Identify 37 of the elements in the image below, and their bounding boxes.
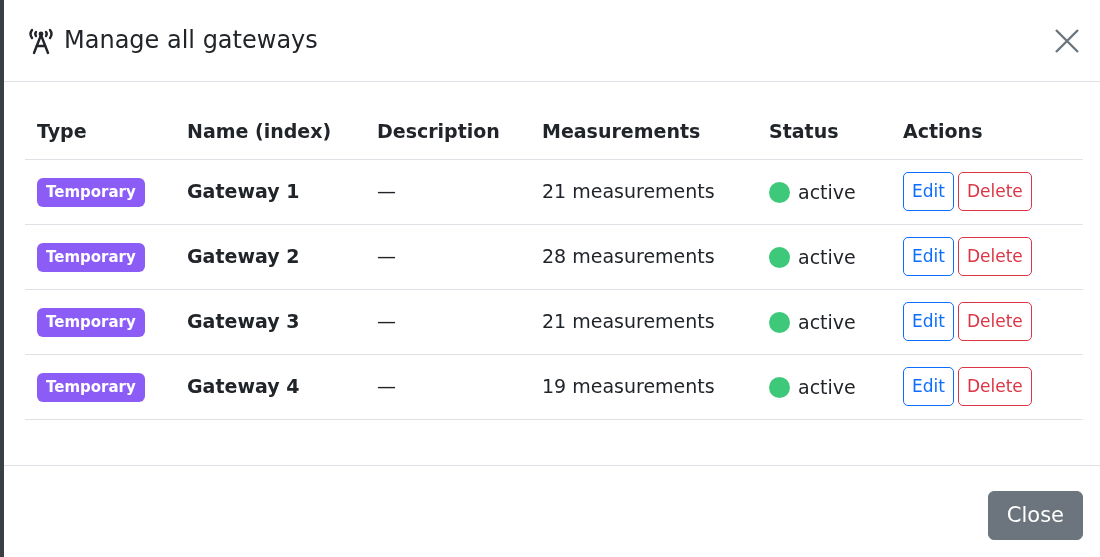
delete-button[interactable]: Delete xyxy=(957,301,1032,342)
description-cell: — xyxy=(365,159,530,224)
type-tag: Temporary xyxy=(37,373,145,402)
column-header: Description xyxy=(365,104,530,159)
delete-button[interactable]: Delete xyxy=(957,236,1032,277)
type-tag: Temporary xyxy=(37,308,145,337)
gateway-name: Gateway 4 xyxy=(175,354,365,419)
edit-button[interactable]: Edit xyxy=(903,301,954,342)
antenna-icon xyxy=(26,26,56,55)
edit-button[interactable]: Edit xyxy=(903,236,954,277)
column-header: Status xyxy=(757,104,891,159)
gateway-name: Gateway 3 xyxy=(175,289,365,354)
description-cell: — xyxy=(365,224,530,289)
dialog-title: Manage all gateways xyxy=(64,26,318,55)
measurements-cell: 21 measurements xyxy=(530,159,757,224)
type-tag: Temporary xyxy=(37,178,145,207)
gateway-name: Gateway 1 xyxy=(175,159,365,224)
delete-button[interactable]: Delete xyxy=(957,366,1032,407)
status-text: active xyxy=(798,310,856,333)
column-header: Type xyxy=(25,104,175,159)
column-header: Measurements xyxy=(530,104,757,159)
measurements-cell: 19 measurements xyxy=(530,354,757,419)
measurements-cell: 28 measurements xyxy=(530,224,757,289)
status-text: active xyxy=(798,245,856,268)
status-text: active xyxy=(798,180,856,203)
description-cell: — xyxy=(365,354,530,419)
gateway-name: Gateway 2 xyxy=(175,224,365,289)
edit-button[interactable]: Edit xyxy=(903,171,954,212)
close-button[interactable]: Close xyxy=(987,490,1083,540)
status-text: active xyxy=(798,375,856,398)
column-header: Actions xyxy=(891,104,1083,159)
description-cell: — xyxy=(365,289,530,354)
measurements-cell: 21 measurements xyxy=(530,289,757,354)
column-header: Name (index) xyxy=(175,104,365,159)
delete-button[interactable]: Delete xyxy=(957,171,1032,212)
type-tag: Temporary xyxy=(37,243,145,272)
edit-button[interactable]: Edit xyxy=(903,366,954,407)
